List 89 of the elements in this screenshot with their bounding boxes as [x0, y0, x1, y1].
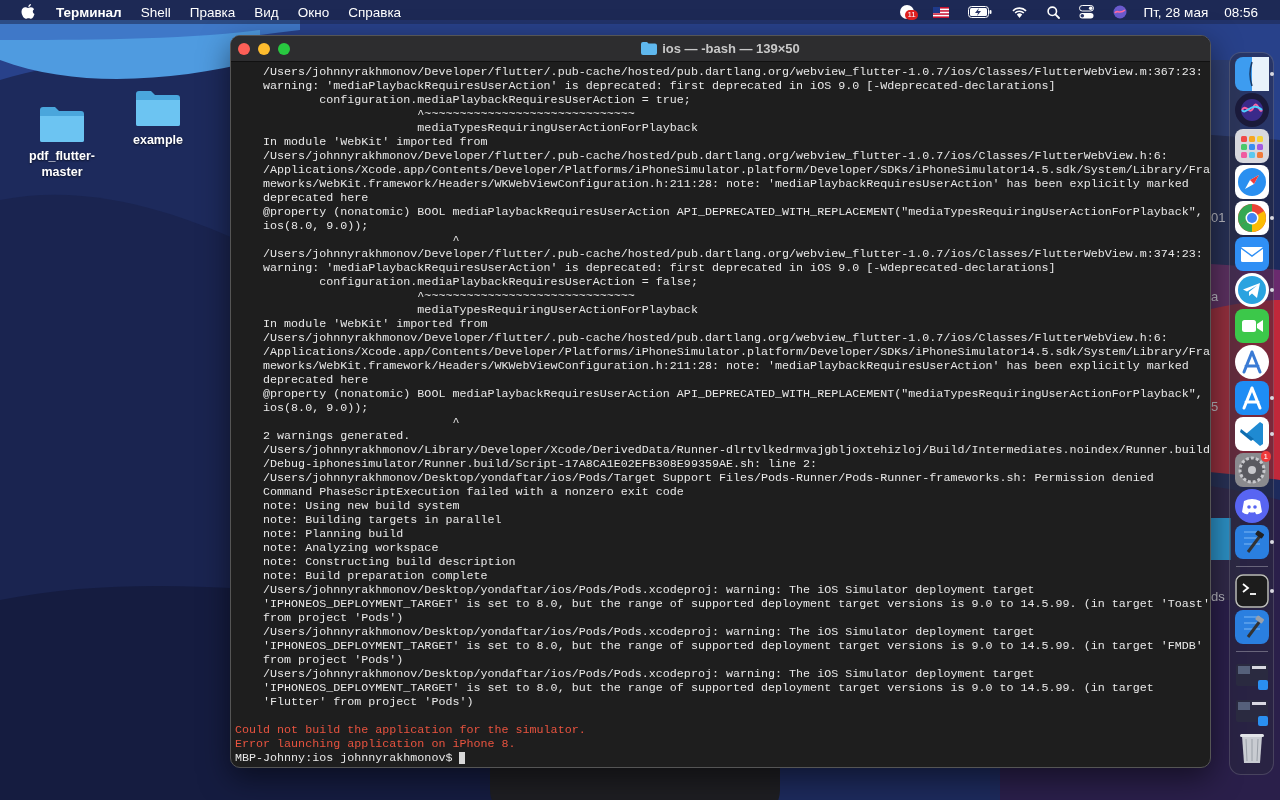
- terminal-line: note: Build preparation complete: [262, 569, 489, 583]
- orb-icon[interactable]: [1113, 5, 1128, 19]
- terminal-line: /Users/johnnyrakhmonov/Developer/flutter/.pub-cache/hosted/pub.dartlang.org/webview_flutter-1.0.7/ios/Classes/FlutterWebView.h:6:: [262, 331, 1169, 345]
- terminal-line: 'IPHONEOS_DEPLOYMENT_TARGET' is set to 8.0, but the range of supported deployment target versions is 9.0 to 14.5.99. (in target 'Toast': [262, 597, 1210, 611]
- terminal-line: from project 'Pods'): [262, 653, 405, 667]
- app-menu[interactable]: Терминал: [56, 4, 122, 20]
- terminal-line: mediaTypesRequiringUserActionForPlayback: [416, 303, 699, 317]
- terminal-line: 'IPHONEOS_DEPLOYMENT_TARGET' is set to 8.0, but the range of supported deployment target versions is 9.0 to 14.5.99. (in target 'FMDB': [262, 639, 1204, 653]
- terminal-line: /Users/johnnyrakhmonov/Library/Developer/Xcode/DerivedData/Runner-dlrtvlkedrmvajgbljoxtehizloj/Build/Intermediates.noindex/Runner.build: [262, 443, 1210, 457]
- window-text: ds: [1211, 589, 1225, 604]
- running-indicator: [1270, 540, 1274, 544]
- terminal-line: Error launching application on iPhone 8.: [235, 737, 517, 751]
- terminal-line: note: Planning build: [262, 527, 405, 541]
- menu-item[interactable]: Вид: [254, 4, 279, 20]
- terminal-line: /Users/johnnyrakhmonov/Desktop/yondaftar/ios/Pods/Pods.xcodeproj: warning: The iOS Simulator deployment target: [262, 583, 1036, 597]
- running-indicator: [1270, 589, 1274, 593]
- folder-label[interactable]: example: [118, 132, 198, 148]
- terminal-line: ^~~~~~~~~~~~~~~~~~~~~~~~~~~~~~~: [416, 107, 636, 121]
- menu-item[interactable]: Справка: [348, 4, 402, 20]
- terminal-line: /Applications/Xcode.app/Contents/Developer/Platforms/iPhoneSimulator.platform/Developer/SDKs/iPhoneSimulator14.5.sdk/System/Library/Fra: [262, 345, 1210, 359]
- terminal-line: deprecated here: [262, 191, 370, 205]
- menu-item[interactable]: Shell: [140, 4, 171, 20]
- terminal-line: warning: 'mediaPlaybackRequiresUserAction' is deprecated: first deprecated in iOS 9.0 [-Wdeprecated-declarations]: [262, 79, 1057, 93]
- window-text: 5: [1211, 399, 1219, 414]
- running-indicator: [1270, 216, 1274, 220]
- terminal-line: ios(8.0, 9.0));: [262, 401, 370, 415]
- folder-label[interactable]: pdf_flutter-master: [22, 148, 102, 180]
- terminal-line: ^: [451, 415, 461, 429]
- terminal-line: configuration.mediaPlaybackRequiresUserAction = true;: [318, 93, 692, 107]
- menu-item[interactable]: Правка: [189, 4, 236, 20]
- terminal-line: /Users/johnnyrakhmonov/Desktop/yondaftar/ios/Pods/Pods.xcodeproj: warning: The iOS Simulator deployment target: [262, 667, 1036, 681]
- terminal-line: /Users/johnnyrakhmonov/Developer/flutter/.pub-cache/hosted/pub.dartlang.org/webview_flutter-1.0.7/ios/Classes/FlutterWebView.m:367:23:: [262, 65, 1204, 79]
- terminal-line: note: Using new build system: [262, 499, 461, 513]
- folder-icon: [641, 42, 658, 55]
- terminal-line: Could not build the application for the simulator.: [235, 723, 587, 737]
- terminal-line: deprecated here: [262, 373, 370, 387]
- running-indicator: [1270, 432, 1274, 436]
- terminal-line: meworks/WebKit.framework/Headers/WKWebViewConfiguration.h:211:28: note: 'mediaPlaybackRequiresUserAction' has been explicitly marked: [262, 177, 1190, 191]
- wifi-icon[interactable]: [1011, 6, 1029, 18]
- terminal-line: Command PhaseScriptExecution failed with a nonzero exit code: [262, 485, 685, 499]
- terminal-line: /Applications/Xcode.app/Contents/Developer/Platforms/iPhoneSimulator.platform/Developer/SDKs/iPhoneSimulator14.5.sdk/System/Library/Fra: [262, 163, 1210, 177]
- menu-bar-clock[interactable]: 08:56: [1224, 4, 1258, 20]
- terminal-line: In module 'WebKit' imported from: [262, 317, 489, 331]
- folder-icon[interactable]: [134, 88, 182, 128]
- window-text: 01: [1211, 210, 1226, 225]
- terminal-line: /Users/johnnyrakhmonov/Developer/flutter/.pub-cache/hosted/pub.dartlang.org/webview_flutter-1.0.7/ios/Classes/FlutterWebView.h:6:: [262, 149, 1169, 163]
- terminal-line: /Debug-iphonesimulator/Runner.build/Script-17A8CA1E02EFB308E99359AE.sh: line 2:: [262, 457, 819, 471]
- terminal-line: configuration.mediaPlaybackRequiresUserAction = false;: [318, 275, 699, 289]
- terminal-line: ^: [451, 233, 461, 247]
- terminal-line: 2 warnings generated.: [262, 429, 412, 443]
- close-button[interactable]: [238, 42, 250, 55]
- terminal-line: /Users/johnnyrakhmonov/Developer/flutter/.pub-cache/hosted/pub.dartlang.org/webview_flutter-1.0.7/ios/Classes/FlutterWebView.m:374:23:: [262, 247, 1204, 261]
- terminal-line: @property (nonatomic) BOOL mediaPlaybackRequiresUserAction API_DEPRECATED_WITH_REPLACEMENT("mediaTypesRequiringUserActionForPlayback",: [262, 387, 1204, 401]
- menu-item[interactable]: Окно: [297, 4, 330, 20]
- window-title: ios — -bash — 139×50: [662, 41, 800, 56]
- search-icon[interactable]: [1047, 5, 1061, 19]
- dock-item[interactable]: 1: [1229, 452, 1274, 488]
- toggles-icon[interactable]: [1079, 5, 1095, 19]
- window-text: a: [1211, 289, 1219, 304]
- running-indicator: [1270, 396, 1274, 400]
- notification-icon[interactable]: 11: [900, 5, 915, 19]
- flag-icon[interactable]: [933, 6, 950, 18]
- terminal-line: /Users/johnnyrakhmonov/Desktop/yondaftar/ios/Pods/Pods.xcodeproj: warning: The iOS Simulator deployment target: [262, 625, 1036, 639]
- terminal-line: In module 'WebKit' imported from: [262, 135, 489, 149]
- terminal-line: meworks/WebKit.framework/Headers/WKWebViewConfiguration.h:211:28: note: 'mediaPlaybackRequiresUserAction' has been explicitly marked: [262, 359, 1190, 373]
- terminal-line: ios(8.0, 9.0));: [262, 219, 370, 233]
- terminal-line: warning: 'mediaPlaybackRequiresUserAction' is deprecated: first deprecated in iOS 9.0 [-Wdeprecated-declarations]: [262, 261, 1057, 275]
- terminal-line: 'Flutter' from project 'Pods'): [262, 695, 475, 709]
- running-indicator: [1270, 288, 1274, 292]
- terminal-line: note: Building targets in parallel: [262, 513, 503, 527]
- terminal-line: from project 'Pods'): [262, 611, 405, 625]
- minimize-button[interactable]: [258, 42, 270, 55]
- terminal-line: note: Analyzing workspace: [262, 541, 440, 555]
- dock-badge: 1: [1260, 451, 1271, 462]
- menu-bar-date[interactable]: Пт, 28 мая: [1143, 4, 1209, 20]
- terminal-line: note: Constructing build description: [262, 555, 517, 569]
- running-indicator: [1270, 72, 1274, 76]
- terminal-line: mediaTypesRequiringUserActionForPlayback: [416, 121, 699, 135]
- folder-icon[interactable]: [38, 104, 86, 144]
- text-cursor: [459, 752, 466, 764]
- terminal-line: 'IPHONEOS_DEPLOYMENT_TARGET' is set to 8.0, but the range of supported deployment target versions is 9.0 to 14.5.99. (in target: [262, 681, 1155, 695]
- battery-icon[interactable]: [968, 6, 993, 18]
- terminal-line: @property (nonatomic) BOOL mediaPlaybackRequiresUserAction API_DEPRECATED_WITH_REPLACEMENT("mediaTypesRequiringUserActionForPlayback",: [262, 205, 1204, 219]
- apple-logo-icon[interactable]: [21, 4, 35, 20]
- terminal-line: ^~~~~~~~~~~~~~~~~~~~~~~~~~~~~~~: [416, 289, 636, 303]
- zoom-button[interactable]: [278, 42, 290, 55]
- shell-prompt: MBP-Johnny:ios johnnyrakhmonov$: [235, 751, 454, 765]
- terminal-line: /Users/johnnyrakhmonov/Desktop/yondaftar/ios/Pods/Target Support Files/Pods-Runner/Pods-Runner-frameworks.sh: Permission denied: [262, 471, 1155, 485]
- notification-badge: 11: [905, 10, 918, 20]
